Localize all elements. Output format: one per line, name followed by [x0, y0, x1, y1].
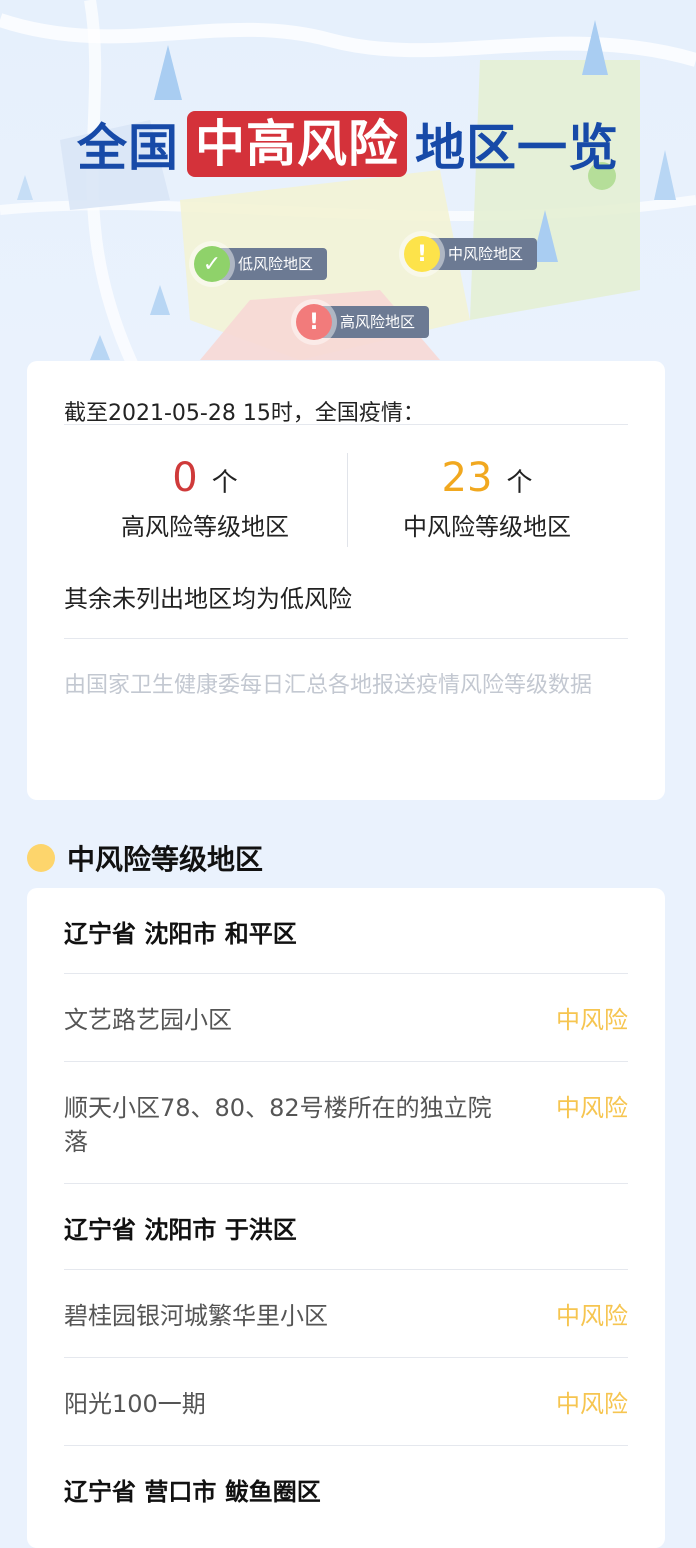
high-risk-label: 高风险等级地区 — [121, 513, 289, 541]
mid-risk-label: 中风险等级地区 — [403, 513, 571, 541]
stat-divider — [347, 453, 348, 547]
area-name: 文艺路艺园小区 — [64, 1006, 232, 1034]
high-risk-stat: 0个 高风险等级地区 — [64, 425, 346, 575]
section-title: 中风险等级地区 — [67, 843, 264, 876]
high-risk-count: 0 — [172, 455, 198, 501]
data-source-note: 由国家卫生健康委每日汇总各地报送疫情风险等级数据 — [64, 673, 593, 698]
summary-card: 截至2021-05-28 15时，全国疫情： 0个 高风险等级地区 23 个 中风… — [27, 361, 665, 800]
area-name: 阳光100一期 — [64, 1390, 206, 1418]
mid-risk-count: 23 — [441, 455, 493, 501]
high-risk-unit: 个 — [211, 468, 238, 498]
section-heading: 中风险等级地区 — [27, 838, 263, 878]
check-icon: ✓ — [194, 246, 230, 282]
as-of-text: 截至2021-05-28 15时，全国疫情： — [64, 361, 628, 426]
page-title: 全国 中高风险 地区一览 — [0, 108, 696, 180]
title-prefix: 全国 — [77, 119, 179, 177]
title-suffix: 地区一览 — [415, 119, 619, 177]
list-item[interactable]: 文艺路艺园小区 中风险 — [64, 974, 628, 1062]
risk-stats: 0个 高风险等级地区 23 个 中风险等级地区 — [64, 425, 628, 575]
yellow-dot-icon — [27, 844, 55, 872]
exclamation-icon: ! — [404, 236, 440, 272]
area-name: 碧桂园银河城繁华里小区 — [64, 1302, 328, 1330]
region-header: 辽宁省 沈阳市 于洪区 — [64, 1184, 628, 1270]
mid-risk-stat: 23 个 中风险等级地区 — [346, 425, 628, 575]
list-item[interactable]: 碧桂园银河城繁华里小区 中风险 — [64, 1270, 628, 1358]
legend-high: ! 高风险地区 — [296, 304, 430, 340]
region-header: 辽宁省 沈阳市 和平区 — [64, 888, 628, 974]
risk-level: 中风险 — [556, 1302, 628, 1330]
list-item[interactable]: 阳光100一期 中风险 — [64, 1358, 628, 1446]
risk-level: 中风险 — [556, 1094, 628, 1122]
risk-level: 中风险 — [556, 1006, 628, 1034]
legend-low: ✓ 低风险地区 — [194, 246, 328, 282]
legend-mid: ! 中风险地区 — [404, 236, 538, 272]
hero-banner: 全国 中高风险 地区一览 ✓ 低风险地区 ! 中风险地区 ! 高风险地区 — [0, 0, 696, 380]
risk-level: 中风险 — [556, 1390, 628, 1418]
exclamation-icon: ! — [296, 304, 332, 340]
low-risk-note: 其余未列出地区均为低风险 — [64, 575, 628, 639]
title-highlight: 中高风险 — [187, 111, 407, 177]
list-item[interactable]: 顺天小区78、80、82号楼所在的独立院落 中风险 — [64, 1062, 628, 1184]
area-name: 顺天小区78、80、82号楼所在的独立院落 — [64, 1094, 492, 1156]
mid-risk-list: 辽宁省 沈阳市 和平区 文艺路艺园小区 中风险 顺天小区78、80、82号楼所在… — [27, 888, 665, 1548]
mid-risk-unit: 个 — [506, 468, 533, 498]
region-header: 辽宁省 营口市 鲅鱼圈区 — [64, 1478, 321, 1506]
